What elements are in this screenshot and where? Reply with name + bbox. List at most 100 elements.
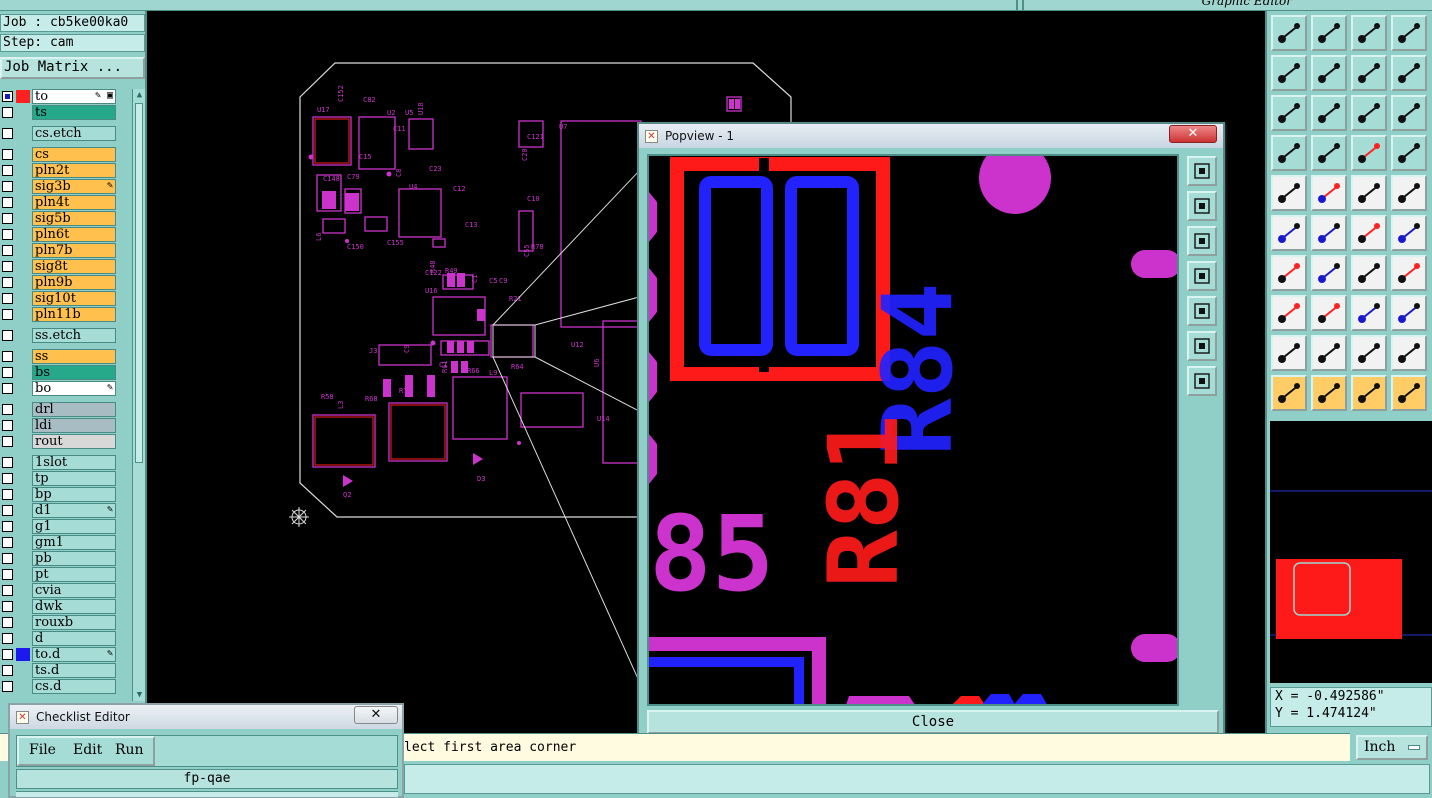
layer-row-g1[interactable]: g1 [0, 519, 116, 534]
layer-checkbox[interactable] [2, 457, 13, 468]
layer-row-ss[interactable]: ss [0, 349, 116, 364]
layer-row-to[interactable]: to ✎ ▣ [0, 89, 116, 104]
layer-checkbox[interactable] [2, 229, 13, 240]
layer-row-dwk[interactable]: dwk [0, 599, 116, 614]
pan-right-icon[interactable] [1311, 55, 1347, 91]
move-icon[interactable] [1351, 295, 1387, 331]
layer-checkbox[interactable] [2, 569, 13, 580]
arrow-ro-icon[interactable] [1391, 335, 1427, 371]
checklist-close-x-button[interactable]: ✕ [354, 706, 398, 724]
layer-checkbox[interactable] [2, 383, 13, 394]
layer-name[interactable]: sig10t [32, 291, 116, 306]
layer-row-pt[interactable]: pt [0, 567, 116, 582]
layer-row-sig10t[interactable]: sig10t [0, 291, 116, 306]
layer-name[interactable]: bp [32, 487, 116, 502]
layer-checkbox[interactable] [2, 149, 13, 160]
layer-name[interactable]: to.d [32, 647, 116, 662]
snap-square-icon[interactable] [1271, 295, 1307, 331]
popview-title-bar[interactable]: ✕ Popview - 1 ✕ [639, 124, 1223, 148]
layer-name[interactable]: d [32, 631, 116, 646]
layer-row-rout[interactable]: rout [0, 434, 116, 449]
layer-checkbox[interactable] [2, 473, 13, 484]
layer-name[interactable]: rout [32, 434, 116, 449]
layer-checkbox[interactable] [2, 197, 13, 208]
pointer-tree-icon[interactable] [1391, 375, 1427, 411]
layer-checkbox[interactable] [2, 245, 13, 256]
home-icon[interactable] [1351, 15, 1387, 51]
zoom-back-icon[interactable] [1311, 15, 1347, 51]
layer-name[interactable]: tp [32, 471, 116, 486]
zoom-home-icon[interactable] [1271, 15, 1307, 51]
connect-icon[interactable] [1271, 215, 1307, 251]
layer-name[interactable]: g1 [32, 519, 116, 534]
checklist-title-bar[interactable]: ✕ Checklist Editor ✕ [10, 705, 402, 729]
checklist-scrollbar[interactable] [16, 791, 398, 797]
flip-f-icon[interactable] [1391, 255, 1427, 291]
red-arrow-icon[interactable] [1311, 175, 1347, 211]
layer-name[interactable]: cvia [32, 583, 116, 598]
layer-name[interactable]: sig5b [32, 211, 116, 226]
menu-run[interactable]: Run [115, 742, 144, 758]
job-matrix-button[interactable]: Job Matrix ... [0, 57, 145, 79]
layer-checkbox[interactable] [2, 585, 13, 596]
angle-icon[interactable] [1271, 255, 1307, 291]
layer-row-to-d[interactable]: to.d ✎ [0, 647, 116, 662]
layer-name[interactable]: pln2t [32, 163, 116, 178]
arrow-up-icon[interactable] [1351, 335, 1387, 371]
zoom-in-icon[interactable] [1187, 156, 1217, 186]
center-icon[interactable] [1187, 366, 1217, 396]
layer-row-pln9b[interactable]: pln9b [0, 275, 116, 290]
layer-row-bs[interactable]: bs [0, 365, 116, 380]
layer-name[interactable]: ts.d [32, 663, 116, 678]
layer-name[interactable]: d1 [32, 503, 116, 518]
measure-red-icon[interactable] [1351, 135, 1387, 171]
layer-row-sig8t[interactable]: sig8t [0, 259, 116, 274]
layer-row-d[interactable]: d [0, 631, 116, 646]
layer-checkbox[interactable] [2, 617, 13, 628]
layer-row-cs[interactable]: cs [0, 147, 116, 162]
measure-pair-icon[interactable] [1391, 135, 1427, 171]
layer-checkbox[interactable] [2, 553, 13, 564]
line-red-icon[interactable] [1311, 295, 1347, 331]
layer-row-ts-d[interactable]: ts.d [0, 663, 116, 678]
layer-row-rouxb[interactable]: rouxb [0, 615, 116, 630]
route-blue-icon[interactable] [1391, 215, 1427, 251]
layer-row-sig5b[interactable]: sig5b [0, 211, 116, 226]
pan-left-icon[interactable] [1187, 261, 1217, 291]
flip-icon[interactable] [1391, 55, 1427, 91]
layer-name[interactable]: pln6t [32, 227, 116, 242]
layer-checkbox[interactable] [2, 649, 13, 660]
layer-name[interactable]: cs [32, 147, 116, 162]
layer-name[interactable]: ldi [32, 418, 116, 433]
layer-name[interactable]: ss.etch [32, 328, 116, 343]
triangle-a-icon[interactable] [1271, 335, 1307, 371]
layer-checkbox[interactable] [2, 601, 13, 612]
pan-left-icon[interactable] [1271, 55, 1307, 91]
arrow-a-icon[interactable] [1311, 335, 1347, 371]
undo-arc-icon[interactable] [1351, 255, 1387, 291]
popview-canvas[interactable]: R84 R81 85 [647, 154, 1179, 706]
route-red-icon[interactable] [1351, 215, 1387, 251]
pointer-icon[interactable] [1271, 375, 1307, 411]
layer-name[interactable]: pln7b [32, 243, 116, 258]
pan-right-icon[interactable] [1187, 296, 1217, 326]
layer-list-scrollbar[interactable]: ▲ ▼ [132, 89, 145, 701]
layer-row-pln11b[interactable]: pln11b [0, 307, 116, 322]
dot-select-icon[interactable] [1271, 175, 1307, 211]
layer-checkbox[interactable] [2, 436, 13, 447]
scroll-thumb[interactable] [135, 103, 143, 463]
layer-name[interactable]: bo [32, 381, 116, 396]
layer-name[interactable]: cs.etch [32, 126, 116, 141]
popview-close-button[interactable]: Close [647, 710, 1219, 734]
layer-checkbox[interactable] [2, 489, 13, 500]
layer-name[interactable]: rouxb [32, 615, 116, 630]
layer-checkbox[interactable] [2, 91, 13, 102]
layer-name[interactable]: pb [32, 551, 116, 566]
layer-row-gm1[interactable]: gm1 [0, 535, 116, 550]
layer-checkbox[interactable] [2, 681, 13, 692]
layer-name[interactable]: bs [32, 365, 116, 380]
scroll-down-arrow-icon[interactable]: ▼ [133, 689, 146, 701]
layer-row-bo[interactable]: bo ✎ [0, 381, 116, 396]
layer-checkbox[interactable] [2, 367, 13, 378]
pointer-orange-icon[interactable] [1351, 375, 1387, 411]
